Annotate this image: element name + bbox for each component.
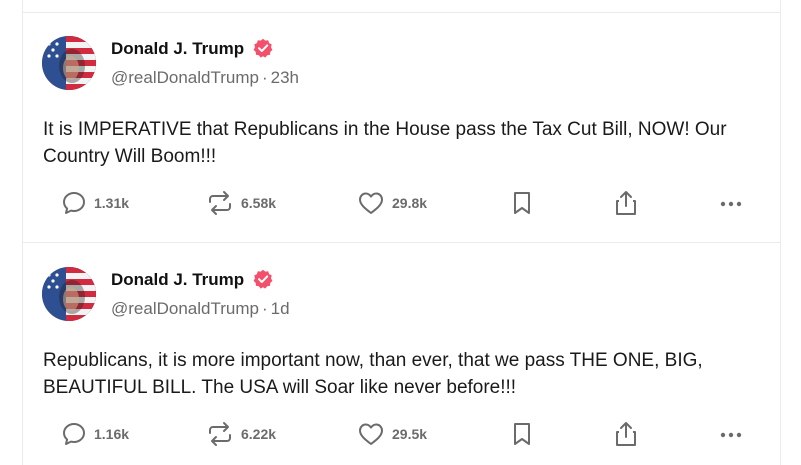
reply-count: 1.31k	[94, 195, 130, 211]
post-text: Republicans, it is more important now, t…	[43, 350, 703, 398]
reply-count: 1.16k	[94, 426, 130, 442]
reply-button[interactable]: 1.16k	[61, 419, 129, 449]
reply-button[interactable]: 1.31k	[61, 188, 129, 218]
speech-bubble-icon	[63, 192, 85, 214]
ellipsis-icon	[720, 432, 742, 438]
like-count: 29.8k	[392, 195, 428, 211]
verified-badge-icon	[253, 38, 273, 58]
post-actions: 1.16k 6.22k 29.5k	[23, 419, 780, 449]
retruth-button[interactable]: 6.22k	[206, 419, 276, 449]
bookmark-icon	[514, 423, 530, 445]
retruth-button[interactable]: 6.58k	[206, 188, 276, 218]
like-button[interactable]: 29.5k	[357, 419, 427, 449]
author-handle[interactable]: @realDonaldTrump	[111, 68, 259, 87]
repost-arrows-icon	[209, 422, 231, 446]
avatar[interactable]	[42, 36, 96, 90]
bookmark-icon	[514, 192, 530, 214]
author-handle[interactable]: @realDonaldTrump	[111, 299, 259, 318]
timeline-feed: Donald J. Trump @realDonaldTrump · 23h It …	[22, 0, 781, 465]
like-button[interactable]: 29.8k	[357, 188, 427, 218]
bookmark-button[interactable]	[510, 188, 534, 218]
author-meta: @realDonaldTrump · 1d	[111, 299, 290, 319]
author-meta: @realDonaldTrump · 23h	[111, 68, 299, 88]
post-actions: 1.31k 6.58k 29.8k	[23, 188, 780, 218]
heart-icon	[359, 423, 383, 445]
share-button[interactable]	[613, 188, 639, 218]
post-time[interactable]: 23h	[271, 68, 299, 87]
speech-bubble-icon	[63, 423, 85, 445]
separator: ·	[261, 68, 268, 87]
author-name[interactable]: Donald J. Trump	[111, 270, 244, 290]
post-text: It is IMPERATIVE that Republicans in the…	[43, 119, 727, 167]
heart-icon	[359, 192, 383, 214]
post-card[interactable]: Donald J. Trump @realDonaldTrump · 23h It …	[23, 13, 780, 243]
verified-badge-icon	[253, 269, 273, 289]
more-options-button[interactable]	[718, 188, 744, 218]
more-options-button[interactable]	[718, 419, 744, 449]
post-card[interactable]: Donald J. Trump @realDonaldTrump · 1d Repu…	[23, 244, 780, 465]
share-upload-icon	[616, 422, 636, 446]
separator: ·	[261, 299, 268, 318]
post-time[interactable]: 1d	[271, 299, 290, 318]
share-button[interactable]	[613, 419, 639, 449]
retruth-count: 6.58k	[241, 195, 277, 211]
avatar[interactable]	[42, 267, 96, 321]
ellipsis-icon	[720, 201, 742, 207]
share-upload-icon	[616, 191, 636, 215]
repost-arrows-icon	[209, 191, 231, 215]
author-name[interactable]: Donald J. Trump	[111, 39, 244, 59]
retruth-count: 6.22k	[241, 426, 277, 442]
bookmark-button[interactable]	[510, 419, 534, 449]
like-count: 29.5k	[392, 426, 428, 442]
